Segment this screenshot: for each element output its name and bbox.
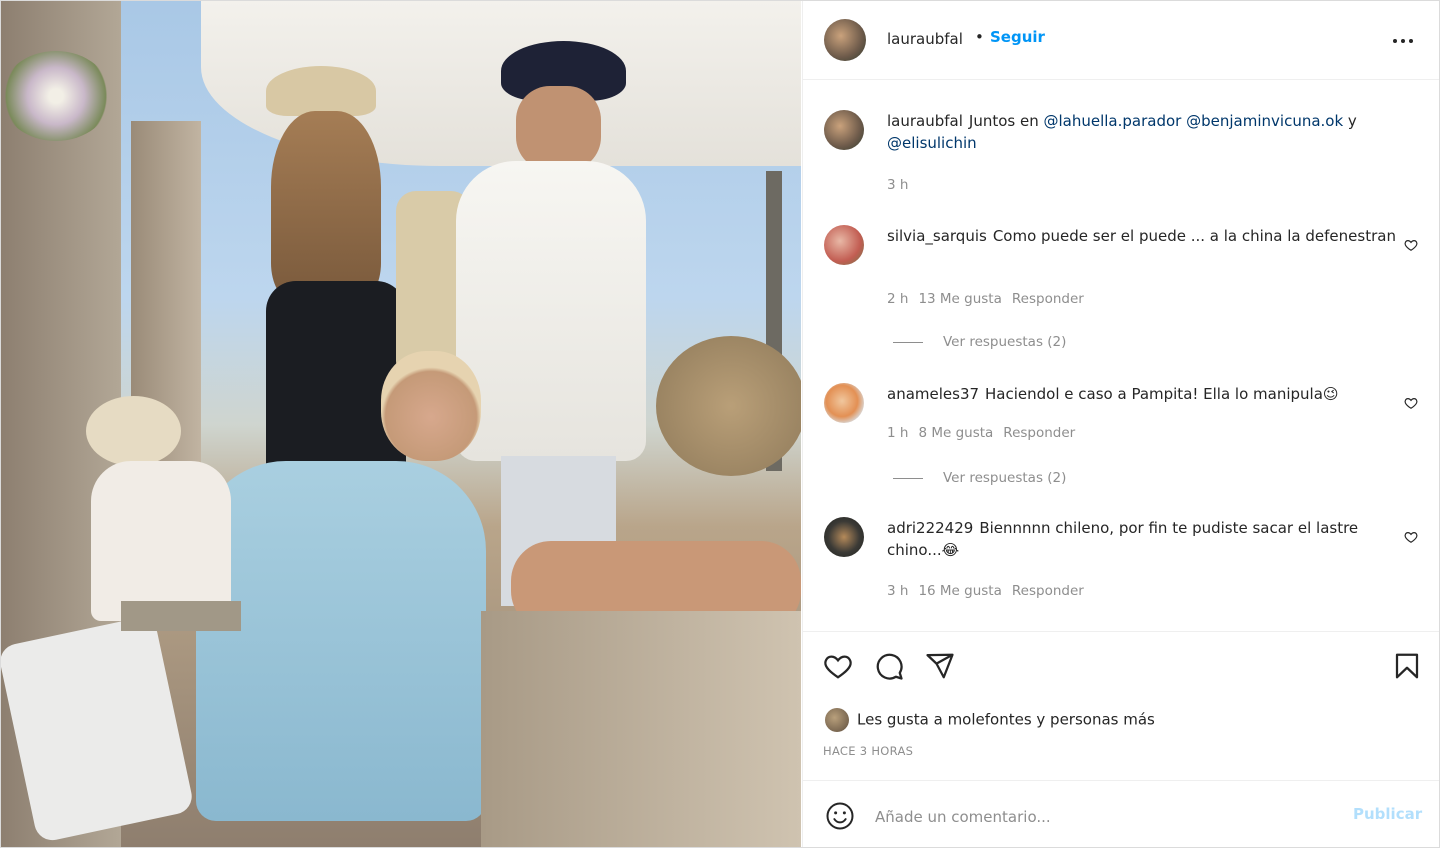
comment-username[interactable]: silvia_sarquis: [887, 227, 987, 245]
comment-input[interactable]: [873, 803, 1337, 831]
comments-section[interactable]: lauraubfal Juntos en @lahuella.parador @b…: [803, 80, 1439, 630]
view-replies-label: Ver respuestas (2): [943, 470, 1067, 486]
author-avatar[interactable]: [824, 19, 866, 61]
comment-body: Como puede ser el puede ... a la china l…: [992, 227, 1396, 245]
comment-icon[interactable]: [874, 651, 904, 681]
post-modal: lauraubfal • Seguir lauraubfal Juntos en …: [0, 0, 1440, 848]
post-timestamp[interactable]: HACE 3 HORAS: [823, 744, 913, 758]
comment-likes[interactable]: 13 Me gusta: [918, 291, 1001, 307]
comment-text: anameles37 Haciendol e caso a Pampita! El…: [887, 383, 1407, 405]
add-comment-bar: Publicar: [803, 780, 1439, 847]
comment-reply-button[interactable]: Responder: [1012, 291, 1084, 307]
post-header: lauraubfal • Seguir: [803, 1, 1439, 80]
comment-likes[interactable]: 16 Me gusta: [918, 583, 1001, 599]
likes-suffix[interactable]: y personas más: [1032, 711, 1154, 729]
comment-like-heart-icon[interactable]: [1404, 396, 1418, 410]
comment-like-heart-icon[interactable]: [1404, 530, 1418, 544]
heart-icon[interactable]: [823, 651, 853, 681]
author-username[interactable]: lauraubfal: [887, 30, 963, 48]
caption-meta: 3 h: [887, 177, 918, 193]
liker-username[interactable]: molefontes: [948, 711, 1032, 729]
caption-body: Juntos en: [968, 112, 1044, 130]
photo-chair-back: [481, 611, 801, 847]
bookmark-icon[interactable]: [1392, 651, 1422, 681]
comment-text: adri222429 Biennnnn chileno, por fin te p…: [887, 517, 1407, 561]
likes-summary[interactable]: Les gusta a molefontes y personas más: [825, 708, 1155, 732]
view-replies-label: Ver respuestas (2): [943, 334, 1067, 350]
caption-username[interactable]: lauraubfal: [887, 112, 963, 130]
comment-text: silvia_sarquis Como puede ser el puede ..…: [887, 225, 1407, 247]
post-photo[interactable]: [1, 1, 801, 847]
photo-child: [91, 461, 231, 621]
comment-username[interactable]: adri222429: [887, 519, 973, 537]
emoji-icon[interactable]: [825, 801, 855, 831]
comment-username[interactable]: anameles37: [887, 385, 979, 403]
comment-reply-button[interactable]: Responder: [1003, 425, 1075, 441]
liker-avatar: [825, 708, 849, 732]
post-sidebar: lauraubfal • Seguir lauraubfal Juntos en …: [802, 1, 1439, 847]
comment-reply-button[interactable]: Responder: [1012, 583, 1084, 599]
comment-like-heart-icon[interactable]: [1404, 238, 1418, 252]
comment-likes[interactable]: 8 Me gusta: [918, 425, 993, 441]
photo-woman-head: [381, 351, 481, 461]
publish-button[interactable]: Publicar: [1353, 805, 1422, 823]
caption-avatar[interactable]: [824, 110, 864, 150]
comment-body: Haciendol e caso a Pampita! Ella lo mani…: [985, 385, 1339, 403]
post-actions: Les gusta a molefontes y personas más HA…: [803, 631, 1439, 780]
more-icon[interactable]: [1391, 31, 1415, 51]
photo-hair: [271, 111, 381, 301]
share-icon[interactable]: [925, 651, 955, 681]
comment-time[interactable]: 1 h: [887, 425, 908, 441]
photo-face: [516, 86, 601, 171]
comment-meta: 2 h 13 Me gusta Responder: [887, 291, 1094, 307]
caption-conjunction: y: [1343, 112, 1357, 130]
likes-prefix: Les gusta a: [857, 710, 948, 729]
comment-meta: 3 h 16 Me gusta Responder: [887, 583, 1094, 599]
photo-shirt: [456, 161, 646, 461]
view-replies-button[interactable]: Ver respuestas (2): [893, 470, 1066, 486]
comment-time[interactable]: 2 h: [887, 291, 908, 307]
photo-blue-dress: [196, 461, 486, 821]
caption-time[interactable]: 3 h: [887, 177, 908, 193]
comment-avatar[interactable]: [824, 383, 864, 423]
photo-flowers: [1, 51, 111, 141]
follow-button[interactable]: Seguir: [990, 28, 1045, 46]
mention-elisulichin[interactable]: @elisulichin: [887, 134, 977, 152]
comment-avatar[interactable]: [824, 225, 864, 265]
photo-hat-woman: [266, 66, 376, 116]
comment-avatar[interactable]: [824, 517, 864, 557]
comment-time[interactable]: 3 h: [887, 583, 908, 599]
mention-lahuella[interactable]: @lahuella.parador: [1044, 112, 1182, 130]
photo-child-hat: [86, 396, 181, 466]
mention-benjaminvicuna[interactable]: @benjaminvicuna.ok: [1186, 112, 1343, 130]
comment-meta: 1 h 8 Me gusta Responder: [887, 425, 1085, 441]
view-replies-button[interactable]: Ver respuestas (2): [893, 334, 1066, 350]
replies-line: [893, 341, 923, 343]
separator-dot: •: [975, 28, 984, 46]
replies-line: [893, 477, 923, 479]
photo-straw-hat: [656, 336, 801, 476]
caption-text: lauraubfal Juntos en @lahuella.parador @b…: [887, 110, 1407, 154]
photo-table: [121, 601, 241, 631]
